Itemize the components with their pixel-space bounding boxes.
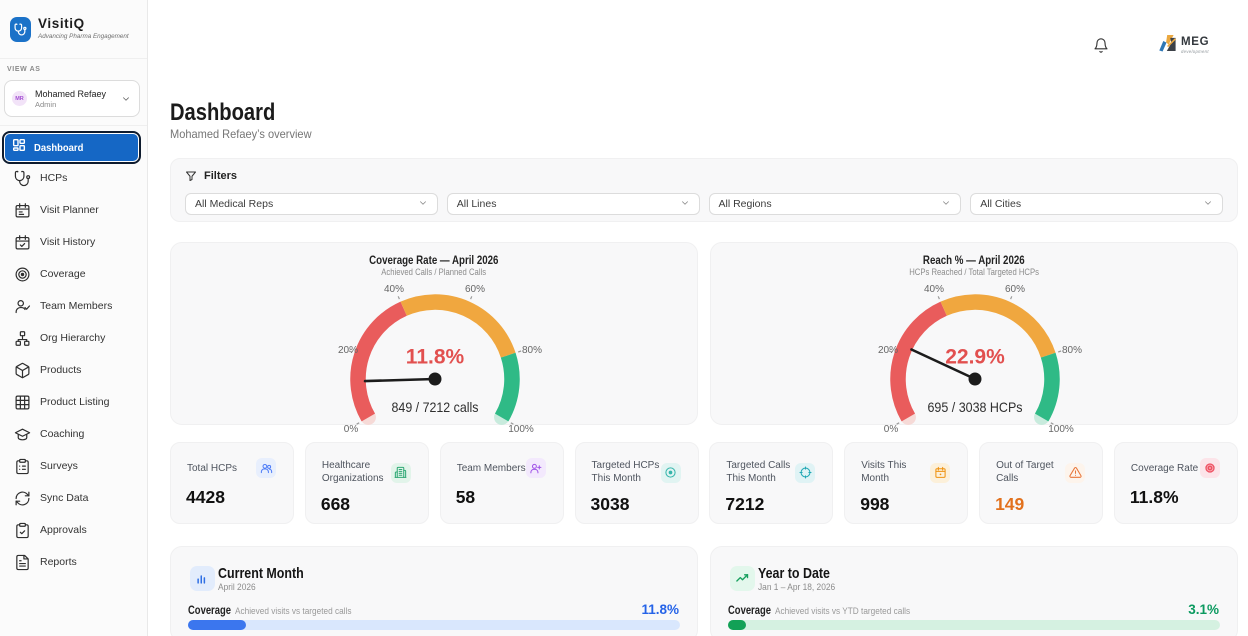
svg-text:60%: 60% bbox=[1005, 284, 1025, 295]
svg-text:100%: 100% bbox=[508, 424, 534, 435]
svg-text:40%: 40% bbox=[384, 284, 404, 295]
svg-text:0%: 0% bbox=[344, 424, 359, 435]
svg-text:849 / 7212 calls: 849 / 7212 calls bbox=[392, 399, 479, 415]
svg-text:20%: 20% bbox=[338, 345, 358, 356]
svg-text:20%: 20% bbox=[878, 345, 898, 356]
svg-text:80%: 80% bbox=[522, 345, 542, 356]
svg-text:0%: 0% bbox=[884, 424, 899, 435]
svg-text:60%: 60% bbox=[465, 284, 485, 295]
svg-text:22.9%: 22.9% bbox=[945, 346, 1005, 369]
svg-text:40%: 40% bbox=[924, 284, 944, 295]
svg-text:695 / 3038 HCPs: 695 / 3038 HCPs bbox=[928, 399, 1023, 415]
svg-text:11.8%: 11.8% bbox=[406, 346, 465, 369]
svg-text:100%: 100% bbox=[1048, 424, 1074, 435]
svg-text:80%: 80% bbox=[1062, 345, 1082, 356]
